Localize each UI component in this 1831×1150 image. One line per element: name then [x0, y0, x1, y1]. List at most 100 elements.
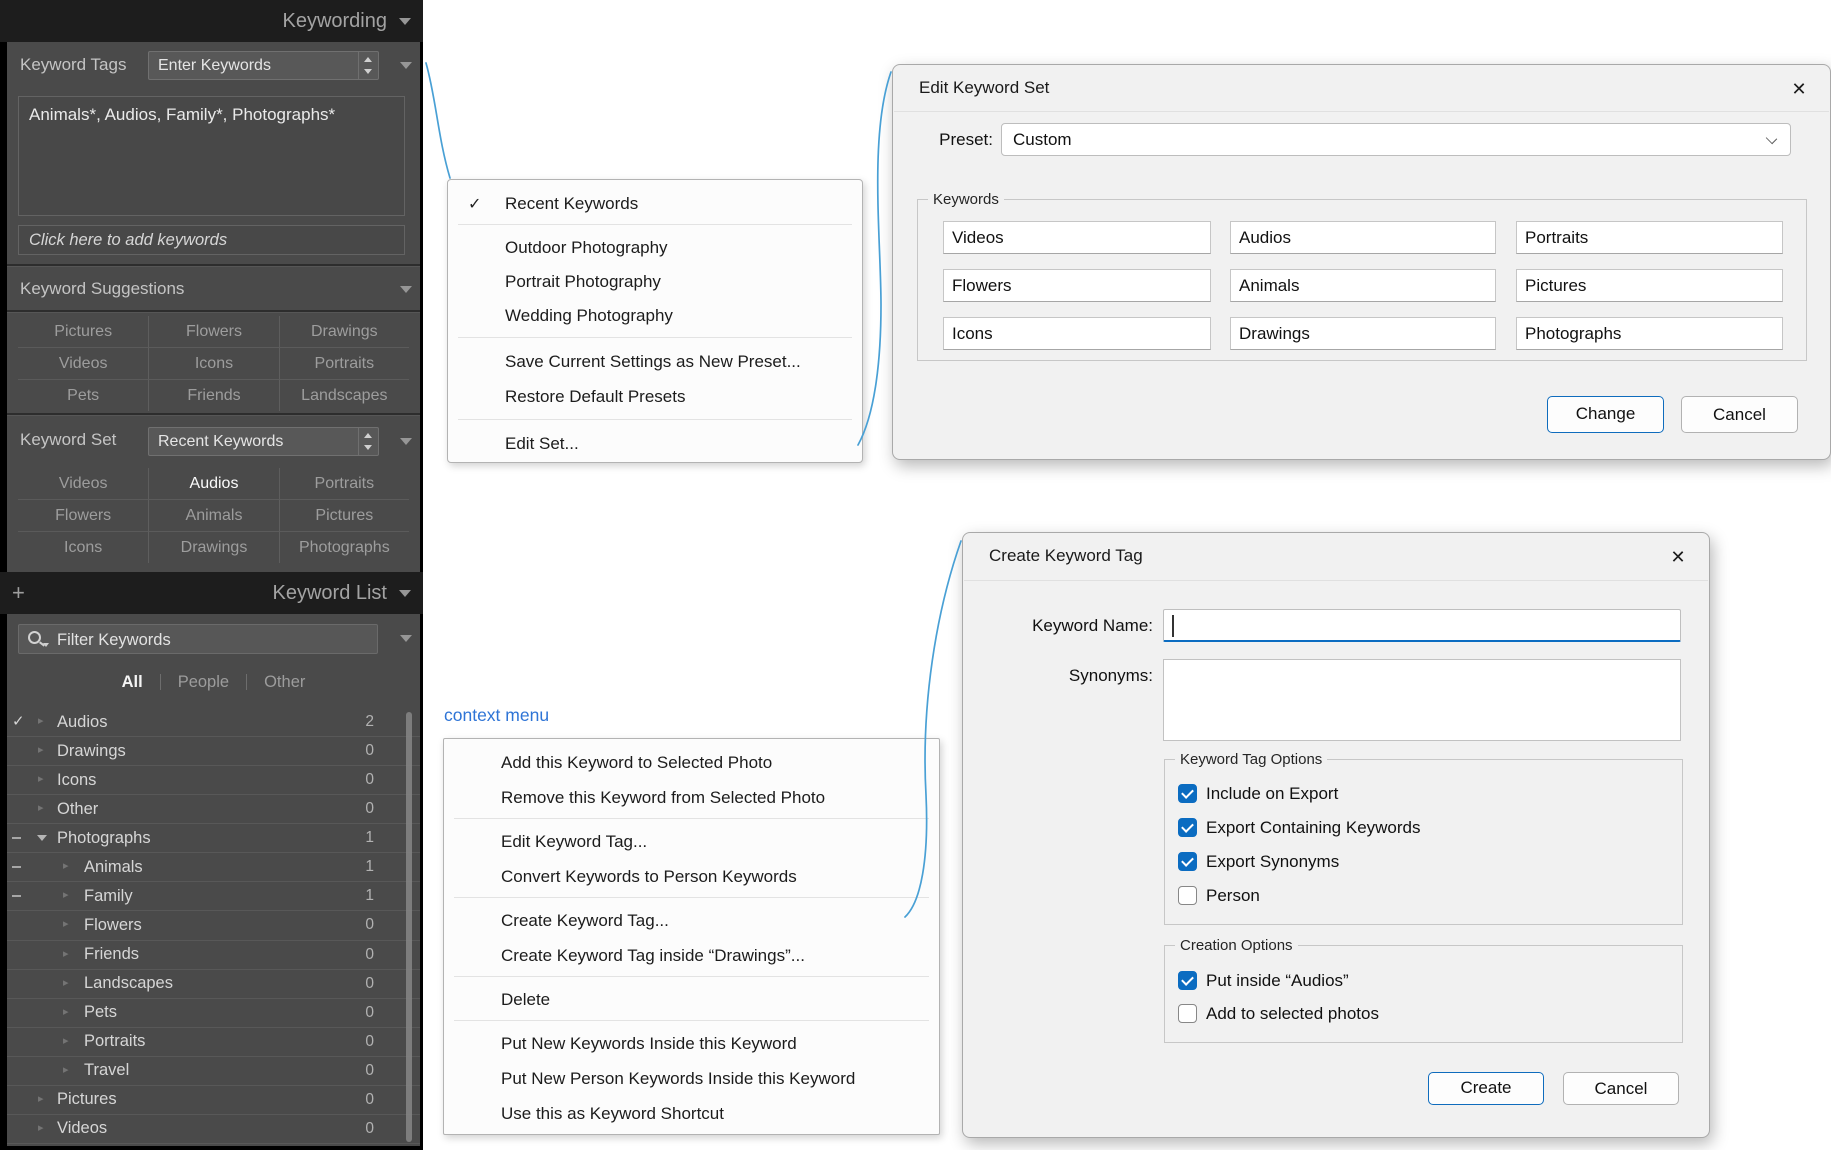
- suggestion-button[interactable]: Icons: [148, 347, 278, 379]
- set-keyword-button[interactable]: Portraits: [279, 468, 409, 499]
- checkbox-checked-icon[interactable]: [1178, 784, 1197, 803]
- suggestion-button[interactable]: Pets: [18, 379, 148, 411]
- keyword-tags-disclosure-triangle-icon[interactable]: [400, 62, 412, 69]
- menu-item-remove-keyword[interactable]: Remove this Keyword from Selected Photo: [501, 780, 931, 815]
- keyword-row-pets[interactable]: ▸ Pets 0: [7, 999, 420, 1028]
- filter-disclosure-triangle-icon[interactable]: [400, 635, 412, 642]
- menu-item-add-keyword[interactable]: Add this Keyword to Selected Photo: [501, 745, 931, 780]
- cancel-button[interactable]: Cancel: [1563, 1072, 1679, 1105]
- keyword-set-disclosure-triangle-icon[interactable]: [400, 438, 412, 445]
- keyword-field-9[interactable]: [1516, 317, 1783, 350]
- keyword-row-videos[interactable]: ▸ Videos 0: [7, 1115, 420, 1144]
- keyword-row-photographs[interactable]: Photographs 1: [7, 824, 420, 853]
- set-keyword-button[interactable]: Photographs: [279, 531, 409, 563]
- set-keyword-button[interactable]: Icons: [18, 531, 148, 563]
- suggestion-button[interactable]: Landscapes: [279, 379, 409, 411]
- synonyms-textarea[interactable]: [1163, 659, 1681, 741]
- tab-all[interactable]: All: [122, 673, 143, 692]
- keyword-row-audios[interactable]: ✓ ▸ Audios 2: [7, 708, 420, 737]
- keyword-row-drawings[interactable]: ▸ Drawings 0: [7, 737, 420, 766]
- suggestions-disclosure-triangle-icon[interactable]: [400, 286, 412, 293]
- keywording-panel-header[interactable]: Keywording: [0, 0, 423, 42]
- keyword-name-input[interactable]: [1163, 609, 1681, 642]
- suggestion-button[interactable]: Drawings: [279, 316, 409, 347]
- expand-arrow-icon[interactable]: ▸: [38, 772, 44, 785]
- set-keyword-button[interactable]: Animals: [148, 499, 278, 531]
- expand-arrow-icon[interactable]: ▸: [38, 1121, 44, 1134]
- set-keyword-button[interactable]: Pictures: [279, 499, 409, 531]
- expand-arrow-icon[interactable]: ▸: [38, 743, 44, 756]
- cancel-button[interactable]: Cancel: [1681, 396, 1798, 433]
- suggestion-button[interactable]: Pictures: [18, 316, 148, 347]
- stepper-icon[interactable]: [358, 52, 378, 79]
- filter-keywords-input[interactable]: [55, 626, 359, 654]
- keyword-list-scrollbar[interactable]: [406, 712, 412, 1142]
- keyword-row-landscapes[interactable]: ▸ Landscapes 0: [7, 970, 420, 999]
- add-keywords-field[interactable]: Click here to add keywords: [18, 225, 405, 255]
- expand-arrow-icon[interactable]: ▸: [63, 1063, 69, 1076]
- collapse-triangle-icon[interactable]: [399, 590, 411, 597]
- expand-arrow-icon[interactable]: ▸: [38, 801, 44, 814]
- suggestion-button[interactable]: Portraits: [279, 347, 409, 379]
- expand-arrow-icon[interactable]: ▸: [63, 859, 69, 872]
- create-button[interactable]: Create: [1428, 1072, 1544, 1105]
- set-keyword-button-active[interactable]: Audios: [148, 468, 278, 499]
- change-button[interactable]: Change: [1547, 396, 1664, 433]
- menu-item-recent-keywords[interactable]: Recent Keywords: [505, 186, 854, 221]
- keyword-tags-dropdown[interactable]: Enter Keywords: [148, 51, 379, 80]
- checkbox-unchecked-icon[interactable]: [1178, 1004, 1197, 1023]
- menu-item-edit-set[interactable]: Edit Set...: [505, 426, 854, 461]
- filter-keywords-box[interactable]: [18, 624, 378, 654]
- expand-arrow-icon[interactable]: ▸: [63, 947, 69, 960]
- keyword-row-animals[interactable]: ▸ Animals 1: [7, 853, 420, 882]
- menu-item-portrait-photography[interactable]: Portrait Photography: [505, 264, 854, 299]
- menu-item-wedding-photography[interactable]: Wedding Photography: [505, 298, 854, 333]
- set-keyword-button[interactable]: Flowers: [18, 499, 148, 531]
- set-keyword-button[interactable]: Videos: [18, 468, 148, 499]
- close-icon[interactable]: ✕: [1663, 542, 1693, 572]
- menu-item-restore-defaults[interactable]: Restore Default Presets: [505, 379, 854, 414]
- menu-item-edit-keyword-tag[interactable]: Edit Keyword Tag...: [501, 824, 931, 859]
- menu-item-save-preset[interactable]: Save Current Settings as New Preset...: [505, 344, 854, 379]
- keyword-row-travel[interactable]: ▸ Travel 0: [7, 1057, 420, 1086]
- keyword-field-1[interactable]: [943, 221, 1211, 254]
- keyword-field-5[interactable]: [1230, 269, 1496, 302]
- menu-item-convert-keywords[interactable]: Convert Keywords to Person Keywords: [501, 859, 931, 894]
- keyword-list-panel-header[interactable]: + Keyword List: [0, 572, 423, 614]
- suggestion-button[interactable]: Flowers: [148, 316, 278, 347]
- close-icon[interactable]: ✕: [1784, 74, 1814, 104]
- menu-item-outdoor-photography[interactable]: Outdoor Photography: [505, 230, 854, 265]
- expand-arrow-icon[interactable]: ▸: [63, 1034, 69, 1047]
- collapse-arrow-icon[interactable]: [37, 835, 47, 841]
- keyword-field-3[interactable]: [1516, 221, 1783, 254]
- menu-item-put-new-keywords-inside[interactable]: Put New Keywords Inside this Keyword: [501, 1026, 931, 1061]
- keyword-set-dropdown[interactable]: Recent Keywords: [148, 427, 379, 456]
- expand-arrow-icon[interactable]: ▸: [63, 976, 69, 989]
- checkbox-checked-icon[interactable]: [1178, 852, 1197, 871]
- suggestion-button[interactable]: Videos: [18, 347, 148, 379]
- stepper-icon[interactable]: [358, 428, 378, 455]
- applied-keywords-textarea[interactable]: Animals*, Audios, Family*, Photographs*: [18, 96, 405, 216]
- keyword-row-flowers[interactable]: ▸ Flowers 0: [7, 911, 420, 940]
- menu-item-put-new-person-keywords-inside[interactable]: Put New Person Keywords Inside this Keyw…: [501, 1061, 931, 1096]
- tab-people[interactable]: People: [178, 673, 229, 692]
- collapse-triangle-icon[interactable]: [399, 18, 411, 25]
- keyword-row-family[interactable]: ▸ Family 1: [7, 882, 420, 911]
- keyword-row-pictures[interactable]: ▸ Pictures 0: [7, 1086, 420, 1115]
- tab-other[interactable]: Other: [264, 673, 305, 692]
- keyword-field-8[interactable]: [1230, 317, 1496, 350]
- search-options-triangle-icon[interactable]: [43, 643, 49, 647]
- keyword-field-4[interactable]: [943, 269, 1211, 302]
- checkbox-checked-icon[interactable]: [1178, 971, 1197, 990]
- menu-item-delete[interactable]: Delete: [501, 982, 931, 1017]
- keyword-row-icons[interactable]: ▸ Icons 0: [7, 766, 420, 795]
- set-keyword-button[interactable]: Drawings: [148, 531, 278, 563]
- add-keyword-button[interactable]: +: [12, 572, 25, 614]
- keyword-row-other[interactable]: ▸ Other 0: [7, 795, 420, 824]
- menu-item-create-keyword-tag[interactable]: Create Keyword Tag...: [501, 903, 931, 938]
- expand-arrow-icon[interactable]: ▸: [63, 917, 69, 930]
- keyword-row-friends[interactable]: ▸ Friends 0: [7, 941, 420, 970]
- keyword-field-7[interactable]: [943, 317, 1211, 350]
- expand-arrow-icon[interactable]: ▸: [63, 1005, 69, 1018]
- checkbox-checked-icon[interactable]: [1178, 818, 1197, 837]
